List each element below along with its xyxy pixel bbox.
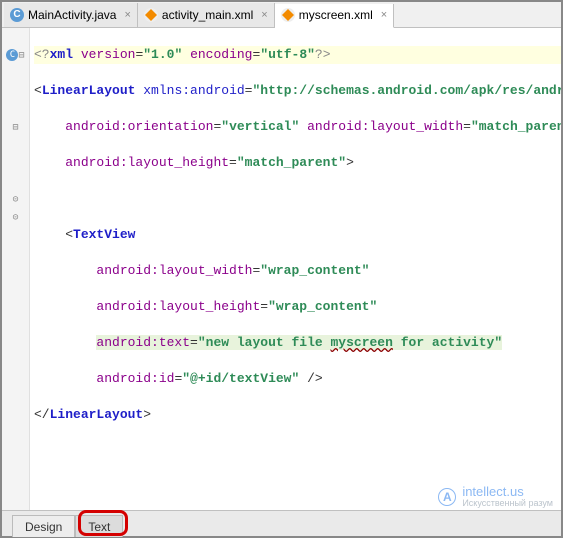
text-tab[interactable]: Text xyxy=(75,515,123,537)
tab-label: myscreen.xml xyxy=(299,8,373,22)
design-tab[interactable]: Design xyxy=(12,515,75,537)
tab-label: MainActivity.java xyxy=(28,8,116,22)
java-class-icon: C xyxy=(10,8,24,22)
fold-end-icon: ⊝ xyxy=(12,194,18,205)
close-icon[interactable]: × xyxy=(381,9,387,21)
fold-toggle-icon[interactable]: ⊟ xyxy=(12,122,18,133)
code-text[interactable]: <?xml version="1.0" encoding="utf-8"?> <… xyxy=(30,28,561,510)
editor-tabbar: C MainActivity.java × activity_main.xml … xyxy=(2,2,561,28)
class-gutter-icon: C xyxy=(6,49,18,61)
tab-activity-main[interactable]: activity_main.xml × xyxy=(138,3,275,27)
fold-toggle-icon[interactable]: ⊟ xyxy=(18,50,24,61)
editor-area[interactable]: C ⊟ ⊟ ⊝ ⊝ <?xml version="1.0" encoding="… xyxy=(2,28,561,510)
tab-label: activity_main.xml xyxy=(162,8,253,22)
tab-mainactivity[interactable]: C MainActivity.java × xyxy=(4,3,138,27)
layout-editor-tabs: Design Text xyxy=(2,510,561,536)
fold-end-icon: ⊝ xyxy=(12,212,18,223)
xml-file-icon xyxy=(144,8,158,22)
ide-window: C MainActivity.java × activity_main.xml … xyxy=(0,0,563,538)
close-icon[interactable]: × xyxy=(261,9,267,21)
xml-file-icon xyxy=(281,8,295,22)
tab-myscreen[interactable]: myscreen.xml × xyxy=(275,4,394,28)
gutter: C ⊟ ⊟ ⊝ ⊝ xyxy=(2,28,30,510)
close-icon[interactable]: × xyxy=(124,9,130,21)
